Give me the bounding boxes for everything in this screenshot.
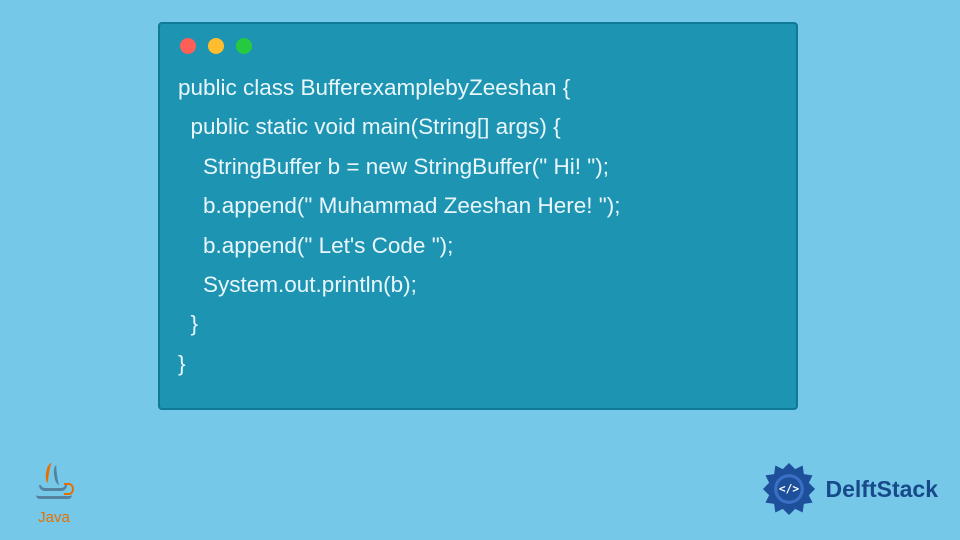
- svg-text:</>: </>: [778, 483, 798, 496]
- code-line: }: [178, 351, 186, 376]
- java-logo: Java: [28, 448, 80, 526]
- zoom-icon: [236, 38, 252, 54]
- code-line: b.append(" Muhammad Zeeshan Here! ");: [178, 193, 620, 218]
- delftstack-badge-icon: </>: [758, 458, 820, 520]
- code-line: public class BufferexamplebyZeeshan {: [178, 75, 570, 100]
- code-line: StringBuffer b = new StringBuffer(" Hi! …: [178, 154, 609, 179]
- code-block: public class BufferexamplebyZeeshan { pu…: [178, 68, 778, 383]
- minimize-icon: [208, 38, 224, 54]
- java-label: Java: [38, 509, 70, 526]
- code-line: }: [178, 311, 198, 336]
- code-line: public static void main(String[] args) {: [178, 114, 561, 139]
- code-card: public class BufferexamplebyZeeshan { pu…: [158, 22, 798, 410]
- java-cup-icon: [34, 463, 74, 507]
- code-line: b.append(" Let's Code ");: [178, 233, 453, 258]
- delftstack-label: DelftStack: [826, 476, 938, 503]
- window-traffic-lights: [178, 38, 778, 54]
- delftstack-logo: </> DelftStack: [758, 458, 938, 520]
- close-icon: [180, 38, 196, 54]
- code-line: System.out.println(b);: [178, 272, 417, 297]
